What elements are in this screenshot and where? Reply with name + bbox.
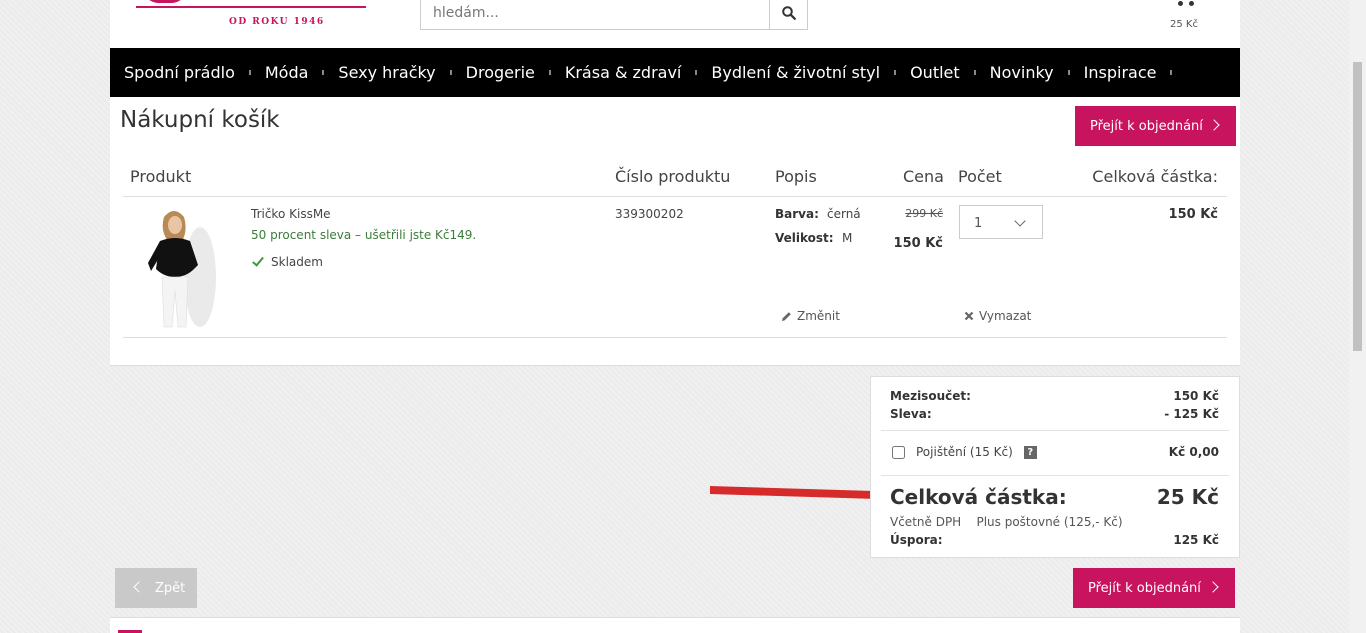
divider <box>123 196 1227 197</box>
shipping-note: Plus poštovné (125,- Kč) <box>976 515 1123 529</box>
divider <box>881 430 1229 431</box>
product-image[interactable] <box>138 207 218 329</box>
nav-separator <box>894 70 897 75</box>
column-header-price: Cena <box>903 167 944 186</box>
nav-item-novinky[interactable]: Novinky <box>990 63 1054 82</box>
nav-separator <box>548 70 551 75</box>
nav-item-krasa-zdravi[interactable]: Krása & zdraví <box>565 63 682 82</box>
nav-item-bydleni[interactable]: Bydlení & životní styl <box>711 63 880 82</box>
divider <box>881 475 1229 476</box>
product-sale-note: 50 procent sleva – ušetřili jste Kč149. <box>251 228 477 242</box>
grand-total-value: 25 Kč <box>1156 485 1219 509</box>
column-header-total: Celková částka: <box>1092 167 1218 186</box>
chevron-down-icon <box>1014 215 1026 227</box>
size-value: M <box>842 231 853 245</box>
checkout-button-bottom[interactable]: Přejít k objednání <box>1073 568 1235 608</box>
search-button[interactable] <box>769 0 807 29</box>
subtotal-label: Mezisoučet: <box>890 389 971 403</box>
logo-tagline: OD ROKU 1946 <box>229 17 325 27</box>
checkout-button-label: Přejít k objednání <box>1088 580 1201 596</box>
search-box <box>420 0 808 30</box>
vat-note: Včetně DPH <box>890 515 962 529</box>
chevron-left-icon <box>133 581 145 593</box>
chevron-right-icon <box>1207 581 1219 593</box>
brand-logo[interactable] <box>136 0 366 8</box>
original-price: 299 Kč <box>905 207 943 220</box>
column-header-quantity: Počet <box>958 167 1002 186</box>
vat-note-row: Včetně DPH Plus poštovné (125,- Kč) <box>890 515 1123 529</box>
nav-item-drogerie[interactable]: Drogerie <box>466 63 535 82</box>
savings-label: Úspora: <box>890 533 943 547</box>
nav-separator <box>322 70 325 75</box>
nav-separator <box>449 70 452 75</box>
stock-label: Skladem <box>271 255 323 269</box>
edit-item-link[interactable]: Změnit <box>781 309 840 323</box>
subtotal-row: Mezisoučet: 150 Kč <box>890 389 1219 403</box>
nav-item-sexy-hracky[interactable]: Sexy hračky <box>338 63 435 82</box>
pencil-icon <box>782 311 791 321</box>
search-icon <box>782 6 796 20</box>
nav-separator <box>695 70 698 75</box>
scrollbar-thumb[interactable] <box>1353 62 1362 351</box>
discount-label: Sleva: <box>890 407 932 421</box>
close-icon <box>964 311 974 321</box>
color-value: černá <box>827 207 861 221</box>
color-label: Barva: <box>775 207 819 221</box>
cart-icon[interactable] <box>1174 0 1198 8</box>
nav-separator <box>1067 70 1070 75</box>
column-header-product: Produkt <box>130 167 192 186</box>
column-header-number: Číslo produktu <box>615 167 731 186</box>
page-scrollbar[interactable] <box>1349 0 1366 633</box>
discount-value: - 125 Kč <box>1164 407 1219 421</box>
nav-item-spodni-pradlo[interactable]: Spodní prádlo <box>124 63 235 82</box>
nav-separator <box>973 70 976 75</box>
cart-total[interactable]: 25 Kč <box>1170 19 1198 30</box>
chevron-right-icon <box>1208 119 1220 131</box>
product-number: 339300202 <box>615 207 684 221</box>
discount-row: Sleva: - 125 Kč <box>890 407 1219 421</box>
quantity-value: 1 <box>974 216 983 231</box>
checkout-button-top[interactable]: Přejít k objednání <box>1075 106 1236 146</box>
back-button[interactable]: Zpět <box>115 568 197 608</box>
sale-price: 150 Kč <box>893 236 943 251</box>
nav-item-outlet[interactable]: Outlet <box>910 63 960 82</box>
quantity-select[interactable]: 1 <box>959 205 1043 239</box>
delete-item-label: Vymazat <box>979 309 1032 323</box>
column-header-description: Popis <box>775 167 817 186</box>
footer-section <box>110 617 1240 633</box>
line-total: 150 Kč <box>1168 207 1218 222</box>
main-nav: Spodní prádlo Móda Sexy hračky Drogerie … <box>110 48 1240 97</box>
order-summary: Mezisoučet: 150 Kč Sleva: - 125 Kč Pojiš… <box>870 376 1240 558</box>
insurance-checkbox[interactable] <box>892 445 905 459</box>
nav-item-moda[interactable]: Móda <box>265 63 309 82</box>
product-name[interactable]: Tričko KissMe <box>251 207 331 221</box>
nav-item-inspirace[interactable]: Inspirace <box>1084 63 1157 82</box>
divider <box>123 337 1227 338</box>
nav-separator <box>1170 70 1173 75</box>
help-icon[interactable]: ? <box>1023 445 1037 459</box>
grand-total-row: Celková částka: 25 Kč <box>890 485 1219 509</box>
checkout-button-label: Přejít k objednání <box>1090 118 1203 134</box>
insurance-value: Kč 0,00 <box>1168 445 1219 459</box>
delete-item-link[interactable]: Vymazat <box>964 309 1031 323</box>
stock-status: Skladem <box>251 253 323 269</box>
savings-value: 125 Kč <box>1173 533 1219 547</box>
subtotal-value: 150 Kč <box>1173 389 1219 403</box>
grand-total-label: Celková částka: <box>890 485 1067 509</box>
check-icon <box>252 253 264 267</box>
size-label: Velikost: <box>775 231 834 245</box>
insurance-label[interactable]: Pojištění (15 Kč) <box>916 445 1013 459</box>
savings-row: Úspora: 125 Kč <box>890 533 1219 547</box>
cart-panel: Nákupní košík Přejít k objednání Produkt… <box>110 97 1240 366</box>
site-header: OD ROKU 1946 25 Kč <box>110 0 1240 48</box>
search-input[interactable] <box>421 0 769 29</box>
nav-separator <box>248 70 251 75</box>
back-button-label: Zpět <box>155 580 186 596</box>
insurance-row: Pojištění (15 Kč) ? Kč 0,00 <box>890 445 1219 459</box>
page-title: Nákupní košík <box>120 107 280 133</box>
edit-item-label: Změnit <box>797 309 840 323</box>
